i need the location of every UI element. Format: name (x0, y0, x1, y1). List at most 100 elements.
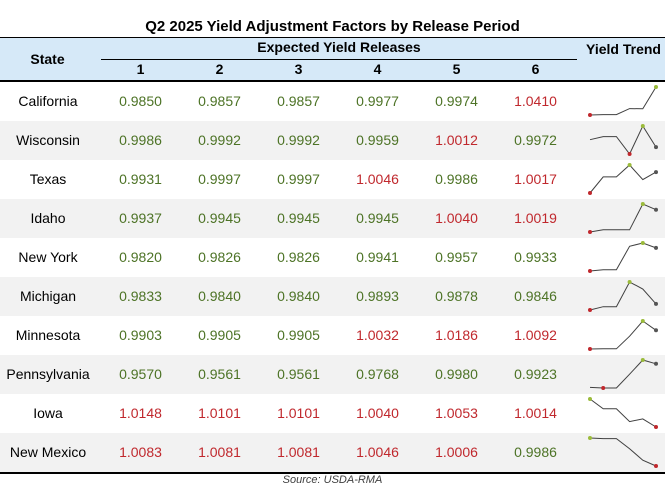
value-cell: 1.0040 (356, 405, 399, 421)
sparkline-low-marker (588, 113, 592, 117)
sparkline-last-marker (654, 361, 658, 366)
table-body: California 0.9850 0.9857 0.9857 0.9977 0.9974… (0, 82, 665, 472)
sparkline-line (589, 242, 657, 272)
release-col-header: 2 (215, 61, 224, 77)
value-cell: 0.9820 (119, 249, 162, 265)
state-header: State (30, 51, 65, 67)
release-col-header: 3 (294, 61, 303, 77)
state-cell: Idaho (30, 210, 66, 226)
value-cell: 1.0017 (514, 171, 557, 187)
sparkline-line (589, 359, 657, 389)
value-cell: 0.9959 (356, 132, 399, 148)
sparkline-high-marker (640, 202, 645, 206)
sparkline-high-marker (627, 163, 632, 167)
table-row: Minnesota 0.9903 0.9905 0.9905 1.0032 1.0186 1… (0, 316, 665, 355)
value-cell: 0.9826 (198, 249, 241, 265)
value-cell: 0.9972 (514, 132, 557, 148)
sparkline-high-marker (654, 85, 658, 89)
value-cell: 0.9840 (277, 288, 320, 304)
state-cell: New York (18, 249, 78, 265)
value-cell: 1.0046 (356, 444, 399, 460)
value-cell: 0.9931 (119, 171, 162, 187)
trend-sparkline (588, 241, 658, 273)
state-cell: Texas (29, 171, 67, 187)
trend-sparkline (588, 397, 658, 429)
table-row: California 0.9850 0.9857 0.9857 0.9977 0.9974… (0, 82, 665, 121)
sparkline-low-marker (588, 230, 592, 234)
state-cell: New Mexico (9, 444, 87, 460)
value-cell: 0.9945 (277, 210, 320, 226)
value-cell: 0.9992 (198, 132, 241, 148)
value-cell: 0.9561 (198, 366, 241, 382)
value-cell: 0.9923 (514, 366, 557, 382)
sparkline-high-marker (588, 397, 592, 401)
state-cell: Minnesota (15, 327, 81, 343)
group-underline (101, 59, 577, 60)
value-cell: 1.0101 (277, 405, 320, 421)
value-cell: 0.9957 (435, 249, 478, 265)
state-cell: Iowa (33, 405, 63, 421)
value-cell: 1.0081 (277, 444, 320, 460)
value-cell: 0.9941 (356, 249, 399, 265)
trend-sparkline (588, 436, 658, 468)
value-cell: 0.9997 (277, 171, 320, 187)
value-cell: 1.0186 (435, 327, 478, 343)
sparkline-low-marker (627, 152, 632, 156)
table-row: Texas 0.9931 0.9997 0.9997 1.0046 0.9986 1.001… (0, 160, 665, 199)
sparkline-line (589, 203, 657, 233)
sparkline-low-marker (588, 308, 592, 312)
trend-header: Yield Trend (586, 41, 661, 57)
trend-sparkline (589, 358, 658, 390)
sparkline-low-marker (654, 464, 658, 468)
sparkline-line (589, 124, 657, 155)
trend-sparkline (588, 319, 658, 351)
value-cell: 0.9840 (198, 288, 241, 304)
value-cell: 0.9850 (119, 93, 162, 109)
table-row: Michigan 0.9833 0.9840 0.9840 0.9893 0.9878 0.… (0, 277, 665, 316)
sparkline-line (589, 437, 657, 467)
release-col-header: 6 (531, 61, 540, 77)
trend-sparkline (588, 202, 658, 234)
sparkline-low-marker (588, 269, 592, 273)
value-cell: 0.9905 (277, 327, 320, 343)
sparkline-high-marker (640, 319, 645, 323)
sparkline-high-marker (627, 280, 632, 284)
sparkline-low-marker (654, 425, 658, 429)
value-cell: 0.9878 (435, 288, 478, 304)
state-cell: Pennsylvania (6, 366, 90, 382)
sparkline-last-marker (654, 328, 658, 333)
sparkline-line (589, 164, 657, 194)
value-cell: 0.9768 (356, 366, 399, 382)
sparkline-high-marker (640, 241, 645, 245)
source-note: Source: USDA-RMA (282, 474, 383, 486)
value-cell: 0.9992 (277, 132, 320, 148)
value-cell: 1.0006 (435, 444, 478, 460)
trend-sparkline (588, 85, 658, 117)
value-cell: 0.9933 (514, 249, 557, 265)
value-cell: 0.9997 (198, 171, 241, 187)
trend-sparkline (588, 280, 658, 312)
sparkline-last-marker (654, 145, 658, 150)
value-cell: 0.9945 (356, 210, 399, 226)
value-cell: 1.0081 (198, 444, 241, 460)
sparkline-high-marker (640, 124, 645, 128)
table-row: Wisconsin 0.9986 0.9992 0.9992 0.9959 1.0012 0… (0, 121, 665, 160)
value-cell: 0.9986 (119, 132, 162, 148)
value-cell: 1.0014 (514, 405, 557, 421)
value-cell: 0.9903 (119, 327, 162, 343)
value-cell: 0.9977 (356, 93, 399, 109)
state-cell: Michigan (19, 288, 77, 304)
value-cell: 0.9846 (514, 288, 557, 304)
table-row: Idaho 0.9937 0.9945 0.9945 0.9945 1.0040 1.001… (0, 199, 665, 238)
value-cell: 0.9857 (198, 93, 241, 109)
value-cell: 1.0046 (356, 171, 399, 187)
trend-sparkline (588, 163, 658, 195)
value-cell: 1.0032 (356, 327, 399, 343)
value-cell: 1.0012 (435, 132, 478, 148)
table-header: State Expected Yield Releases 1 2 3 4 5 … (0, 37, 665, 82)
table-row: Pennsylvania 0.9570 0.9561 0.9561 0.9768 0.99… (0, 355, 665, 394)
value-cell: 1.0053 (435, 405, 478, 421)
sparkline-low-marker (588, 347, 592, 351)
value-cell: 1.0092 (514, 327, 557, 343)
yield-table: State Expected Yield Releases 1 2 3 4 5 … (0, 37, 665, 474)
